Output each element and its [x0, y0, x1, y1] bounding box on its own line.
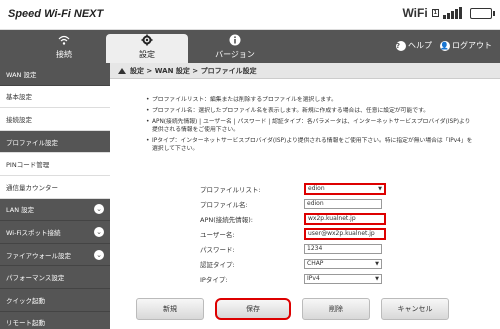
chevron-down-icon: ⌄	[94, 249, 104, 260]
apn-input[interactable]: wx2p.kualnet.jp	[304, 212, 386, 225]
main-nav: 接続 設定 バージョン ? ヘルプ 👤 ログアウト	[0, 30, 500, 63]
description-list: プロファイルリスト：編集または削除するプロファイルを選択します。 プロファイル名…	[146, 96, 476, 156]
sidebar-item-label: 通信量カウンター	[6, 183, 58, 192]
new-button[interactable]: 新規	[136, 298, 204, 320]
apn-label: APN(接続先情報):	[200, 215, 253, 224]
breadcrumb-text: 設定 > WAN 設定 > プロファイル設定	[130, 66, 257, 75]
help-label: ヘルプ	[408, 41, 432, 50]
info-icon	[229, 34, 241, 49]
auth-type-label: 認証タイプ:	[200, 260, 235, 269]
description-item: プロファイルリスト：編集または削除するプロファイルを選択します。	[146, 96, 476, 104]
signal-bars-icon	[443, 7, 462, 19]
logout-button[interactable]: 👤 ログアウト	[440, 40, 492, 51]
top-bar: Speed Wi-Fi NEXT WiFi 1	[0, 0, 500, 30]
sidebar: WAN 設定 基本設定 接続設定 プロファイル設定 PINコード管理 通信量カウ…	[0, 63, 110, 329]
ip-type-select[interactable]: IPv4	[304, 273, 382, 284]
user-icon: 👤	[440, 40, 450, 51]
sidebar-item-label: Wi-Fiスポット接続	[6, 228, 61, 237]
profile-form: プロファイルリスト: edion プロファイル名: edion APN(接続先情…	[180, 181, 386, 286]
description-item: プロファイル名：選択したプロファイル名を表示します。新規に作成する場合は、任意に…	[146, 107, 476, 115]
delete-button[interactable]: 削除	[302, 298, 370, 320]
tab-connection[interactable]: 接続	[20, 34, 108, 63]
username-input[interactable]: user@wx2p.kualnet.jp	[304, 227, 386, 240]
profile-name-label: プロファイル名:	[200, 200, 248, 209]
sidebar-item-wan-settings[interactable]: WAN 設定	[0, 63, 110, 86]
wifi-badge: 1	[431, 9, 439, 17]
profile-name-input[interactable]: edion	[304, 198, 382, 209]
description-item: IPタイプ：インターネットサービスプロバイダ(ISP)より提供される情報をご使用…	[146, 137, 476, 153]
ip-type-label: IPタイプ:	[200, 275, 228, 284]
save-button[interactable]: 保存	[215, 298, 291, 320]
logout-label: ログアウト	[452, 41, 492, 50]
sidebar-item-remote-boot[interactable]: リモート起動	[0, 311, 110, 329]
cancel-button[interactable]: キャンセル	[381, 298, 449, 320]
sidebar-item-label: PINコード管理	[6, 161, 50, 170]
gear-icon	[141, 34, 153, 49]
tab-label: 接続	[56, 50, 72, 59]
password-input[interactable]: 1234	[304, 243, 382, 254]
sidebar-item-quick-boot[interactable]: クイック起動	[0, 288, 110, 312]
tab-version[interactable]: バージョン	[190, 34, 280, 63]
auth-type-select[interactable]: CHAP	[304, 258, 382, 269]
breadcrumb: 設定 > WAN 設定 > プロファイル設定	[110, 63, 500, 79]
tab-settings[interactable]: 設定	[106, 34, 188, 63]
profile-list-select[interactable]: edion	[304, 182, 386, 195]
tab-label: バージョン	[215, 50, 255, 59]
password-label: パスワード:	[200, 245, 235, 254]
sidebar-item-pin[interactable]: PINコード管理	[0, 153, 110, 176]
sidebar-item-label: クイック起動	[6, 296, 45, 305]
triangle-icon	[118, 67, 126, 74]
sidebar-item-lan[interactable]: LAN 設定 ⌄	[0, 198, 110, 222]
wifi-label: WiFi	[402, 6, 428, 20]
nav-utilities: ? ヘルプ 👤 ログアウト	[396, 40, 492, 51]
wifi-signal-icon	[58, 34, 70, 49]
sidebar-item-traffic-counter[interactable]: 通信量カウンター	[0, 175, 110, 199]
username-label: ユーザー名:	[200, 230, 235, 239]
sidebar-item-label: WAN 設定	[6, 70, 37, 79]
sidebar-item-label: 接続設定	[6, 115, 32, 124]
sidebar-item-connection[interactable]: 接続設定	[0, 108, 110, 131]
sidebar-item-label: 基本設定	[6, 93, 32, 102]
battery-icon	[470, 7, 495, 19]
action-buttons: 新規 保存 削除 キャンセル	[136, 298, 449, 320]
status-area: WiFi 1	[402, 6, 495, 20]
tab-label: 設定	[139, 50, 155, 59]
sidebar-item-profile[interactable]: プロファイル設定	[0, 130, 110, 154]
chevron-down-icon: ⌄	[94, 204, 104, 215]
profile-list-label: プロファイルリスト:	[200, 185, 261, 194]
sidebar-item-label: プロファイル設定	[6, 138, 58, 147]
logo: Speed Wi-Fi NEXT	[8, 8, 104, 20]
chevron-down-icon: ⌄	[94, 226, 104, 237]
help-button[interactable]: ? ヘルプ	[396, 40, 432, 51]
question-icon: ?	[396, 40, 406, 51]
sidebar-item-basic[interactable]: 基本設定	[0, 85, 110, 109]
description-item: APN(接続先情報) | ユーザー名 | パスワード | 認証タイプ：各パラメー…	[146, 118, 476, 134]
sidebar-item-performance[interactable]: パフォーマンス設定	[0, 266, 110, 289]
sidebar-item-label: ファイアウォール設定	[6, 251, 71, 260]
sidebar-item-label: リモート起動	[6, 319, 45, 328]
sidebar-item-label: LAN 設定	[6, 206, 35, 215]
sidebar-item-label: パフォーマンス設定	[6, 274, 65, 283]
sidebar-item-wifi-spot[interactable]: Wi-Fiスポット接続 ⌄	[0, 221, 110, 244]
sidebar-item-firewall[interactable]: ファイアウォール設定 ⌄	[0, 243, 110, 267]
